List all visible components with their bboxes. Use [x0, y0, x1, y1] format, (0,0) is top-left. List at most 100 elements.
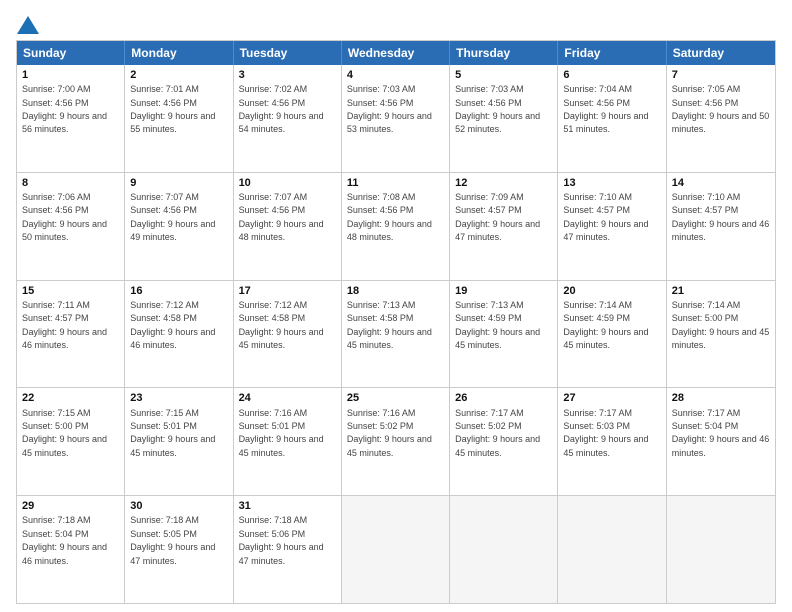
week-row-4: 22 Sunrise: 7:15 AMSunset: 5:00 PMDayligh…: [17, 387, 775, 495]
day-number: 5: [455, 68, 552, 82]
logo: [16, 16, 40, 30]
empty-cell: [558, 496, 666, 603]
day-number: 4: [347, 68, 444, 82]
sunrise-info: Sunrise: 7:15 AMSunset: 5:01 PMDaylight:…: [130, 408, 215, 458]
day-cell-1: 1 Sunrise: 7:00 AMSunset: 4:56 PMDaylight…: [17, 65, 125, 172]
day-cell-5: 5Sunrise: 7:03 AMSunset: 4:56 PMDaylight…: [450, 65, 558, 172]
day-number: 11: [347, 176, 444, 190]
sunrise-info: Sunrise: 7:10 AMSunset: 4:57 PMDaylight:…: [563, 192, 648, 242]
weekday-header-sunday: Sunday: [17, 41, 125, 65]
day-cell-2: 2 Sunrise: 7:01 AMSunset: 4:56 PMDaylight…: [125, 65, 233, 172]
day-cell-15: 15 Sunrise: 7:11 AMSunset: 4:57 PMDayligh…: [17, 281, 125, 388]
day-cell-8: 8 Sunrise: 7:06 AMSunset: 4:56 PMDaylight…: [17, 173, 125, 280]
page-header: [16, 16, 776, 30]
day-cell-30: 30 Sunrise: 7:18 AMSunset: 5:05 PMDayligh…: [125, 496, 233, 603]
sunrise-info: Sunrise: 7:13 AMSunset: 4:58 PMDaylight:…: [347, 300, 432, 350]
day-cell-19: 19 Sunrise: 7:13 AMSunset: 4:59 PMDayligh…: [450, 281, 558, 388]
empty-cell: [450, 496, 558, 603]
day-number: 2: [130, 68, 227, 82]
day-cell-27: 27Sunrise: 7:17 AMSunset: 5:03 PMDayligh…: [558, 388, 666, 495]
day-number: 9: [130, 176, 227, 190]
day-number: 21: [672, 284, 770, 298]
day-cell-28: 28 Sunrise: 7:17 AMSunset: 5:04 PMDayligh…: [667, 388, 775, 495]
day-cell-29: 29 Sunrise: 7:18 AMSunset: 5:04 PMDayligh…: [17, 496, 125, 603]
sunrise-info: Sunrise: 7:06 AMSunset: 4:56 PMDaylight:…: [22, 192, 107, 242]
sunrise-info: Sunrise: 7:05 AMSunset: 4:56 PMDaylight:…: [672, 84, 770, 134]
day-number: 16: [130, 284, 227, 298]
week-row-3: 15 Sunrise: 7:11 AMSunset: 4:57 PMDayligh…: [17, 280, 775, 388]
sunrise-info: Sunrise: 7:12 AMSunset: 4:58 PMDaylight:…: [130, 300, 215, 350]
day-number: 25: [347, 391, 444, 405]
sunrise-info: Sunrise: 7:16 AMSunset: 5:02 PMDaylight:…: [347, 408, 432, 458]
sunrise-info: Sunrise: 7:03 AMSunset: 4:56 PMDaylight:…: [347, 84, 432, 134]
day-cell-9: 9 Sunrise: 7:07 AMSunset: 4:56 PMDaylight…: [125, 173, 233, 280]
day-cell-21: 21 Sunrise: 7:14 AMSunset: 5:00 PMDayligh…: [667, 281, 775, 388]
day-cell-11: 11 Sunrise: 7:08 AMSunset: 4:56 PMDayligh…: [342, 173, 450, 280]
weekday-header-monday: Monday: [125, 41, 233, 65]
day-cell-4: 4 Sunrise: 7:03 AMSunset: 4:56 PMDaylight…: [342, 65, 450, 172]
day-cell-24: 24 Sunrise: 7:16 AMSunset: 5:01 PMDayligh…: [234, 388, 342, 495]
logo-icon: [17, 16, 39, 34]
day-number: 15: [22, 284, 119, 298]
day-number: 1: [22, 68, 119, 82]
sunrise-info: Sunrise: 7:18 AMSunset: 5:06 PMDaylight:…: [239, 515, 324, 565]
day-number: 22: [22, 391, 119, 405]
day-number: 23: [130, 391, 227, 405]
day-cell-18: 18 Sunrise: 7:13 AMSunset: 4:58 PMDayligh…: [342, 281, 450, 388]
day-cell-13: 13 Sunrise: 7:10 AMSunset: 4:57 PMDayligh…: [558, 173, 666, 280]
sunrise-info: Sunrise: 7:01 AMSunset: 4:56 PMDaylight:…: [130, 84, 215, 134]
day-number: 26: [455, 391, 552, 405]
sunrise-info: Sunrise: 7:17 AMSunset: 5:02 PMDaylight:…: [455, 408, 540, 458]
day-number: 28: [672, 391, 770, 405]
sunrise-info: Sunrise: 7:12 AMSunset: 4:58 PMDaylight:…: [239, 300, 324, 350]
day-cell-17: 17 Sunrise: 7:12 AMSunset: 4:58 PMDayligh…: [234, 281, 342, 388]
day-cell-7: 7 Sunrise: 7:05 AMSunset: 4:56 PMDaylight…: [667, 65, 775, 172]
sunrise-info: Sunrise: 7:15 AMSunset: 5:00 PMDaylight:…: [22, 408, 107, 458]
sunrise-info: Sunrise: 7:08 AMSunset: 4:56 PMDaylight:…: [347, 192, 432, 242]
sunrise-info: Sunrise: 7:14 AMSunset: 5:00 PMDaylight:…: [672, 300, 770, 350]
sunrise-info: Sunrise: 7:00 AMSunset: 4:56 PMDaylight:…: [22, 84, 107, 134]
day-number: 31: [239, 499, 336, 513]
sunrise-info: Sunrise: 7:13 AMSunset: 4:59 PMDaylight:…: [455, 300, 540, 350]
sunrise-info: Sunrise: 7:02 AMSunset: 4:56 PMDaylight:…: [239, 84, 324, 134]
weekday-header-friday: Friday: [558, 41, 666, 65]
sunrise-info: Sunrise: 7:10 AMSunset: 4:57 PMDaylight:…: [672, 192, 770, 242]
day-number: 7: [672, 68, 770, 82]
sunrise-info: Sunrise: 7:18 AMSunset: 5:05 PMDaylight:…: [130, 515, 215, 565]
day-cell-22: 22 Sunrise: 7:15 AMSunset: 5:00 PMDayligh…: [17, 388, 125, 495]
day-cell-23: 23 Sunrise: 7:15 AMSunset: 5:01 PMDayligh…: [125, 388, 233, 495]
day-number: 24: [239, 391, 336, 405]
sunrise-info: Sunrise: 7:04 AMSunset: 4:56 PMDaylight:…: [563, 84, 648, 134]
sunrise-info: Sunrise: 7:09 AMSunset: 4:57 PMDaylight:…: [455, 192, 540, 242]
day-cell-12: 12 Sunrise: 7:09 AMSunset: 4:57 PMDayligh…: [450, 173, 558, 280]
calendar-header: SundayMondayTuesdayWednesdayThursdayFrid…: [17, 41, 775, 65]
day-number: 8: [22, 176, 119, 190]
day-number: 6: [563, 68, 660, 82]
day-number: 19: [455, 284, 552, 298]
day-cell-26: 26 Sunrise: 7:17 AMSunset: 5:02 PMDayligh…: [450, 388, 558, 495]
day-number: 12: [455, 176, 552, 190]
sunrise-info: Sunrise: 7:07 AMSunset: 4:56 PMDaylight:…: [130, 192, 215, 242]
day-number: 13: [563, 176, 660, 190]
sunrise-info: Sunrise: 7:14 AMSunset: 4:59 PMDaylight:…: [563, 300, 648, 350]
weekday-header-tuesday: Tuesday: [234, 41, 342, 65]
day-number: 17: [239, 284, 336, 298]
sunrise-info: Sunrise: 7:11 AMSunset: 4:57 PMDaylight:…: [22, 300, 107, 350]
day-number: 29: [22, 499, 119, 513]
calendar: SundayMondayTuesdayWednesdayThursdayFrid…: [16, 40, 776, 604]
day-number: 3: [239, 68, 336, 82]
week-row-2: 8 Sunrise: 7:06 AMSunset: 4:56 PMDaylight…: [17, 172, 775, 280]
week-row-1: 1 Sunrise: 7:00 AMSunset: 4:56 PMDaylight…: [17, 65, 775, 172]
day-number: 30: [130, 499, 227, 513]
sunrise-info: Sunrise: 7:18 AMSunset: 5:04 PMDaylight:…: [22, 515, 107, 565]
day-cell-14: 14Sunrise: 7:10 AMSunset: 4:57 PMDayligh…: [667, 173, 775, 280]
week-row-5: 29 Sunrise: 7:18 AMSunset: 5:04 PMDayligh…: [17, 495, 775, 603]
weekday-header-saturday: Saturday: [667, 41, 775, 65]
day-number: 27: [563, 391, 660, 405]
empty-cell: [342, 496, 450, 603]
day-cell-16: 16 Sunrise: 7:12 AMSunset: 4:58 PMDayligh…: [125, 281, 233, 388]
sunrise-info: Sunrise: 7:17 AMSunset: 5:04 PMDaylight:…: [672, 408, 770, 458]
calendar-body: 1 Sunrise: 7:00 AMSunset: 4:56 PMDaylight…: [17, 65, 775, 603]
day-number: 18: [347, 284, 444, 298]
sunrise-info: Sunrise: 7:16 AMSunset: 5:01 PMDaylight:…: [239, 408, 324, 458]
